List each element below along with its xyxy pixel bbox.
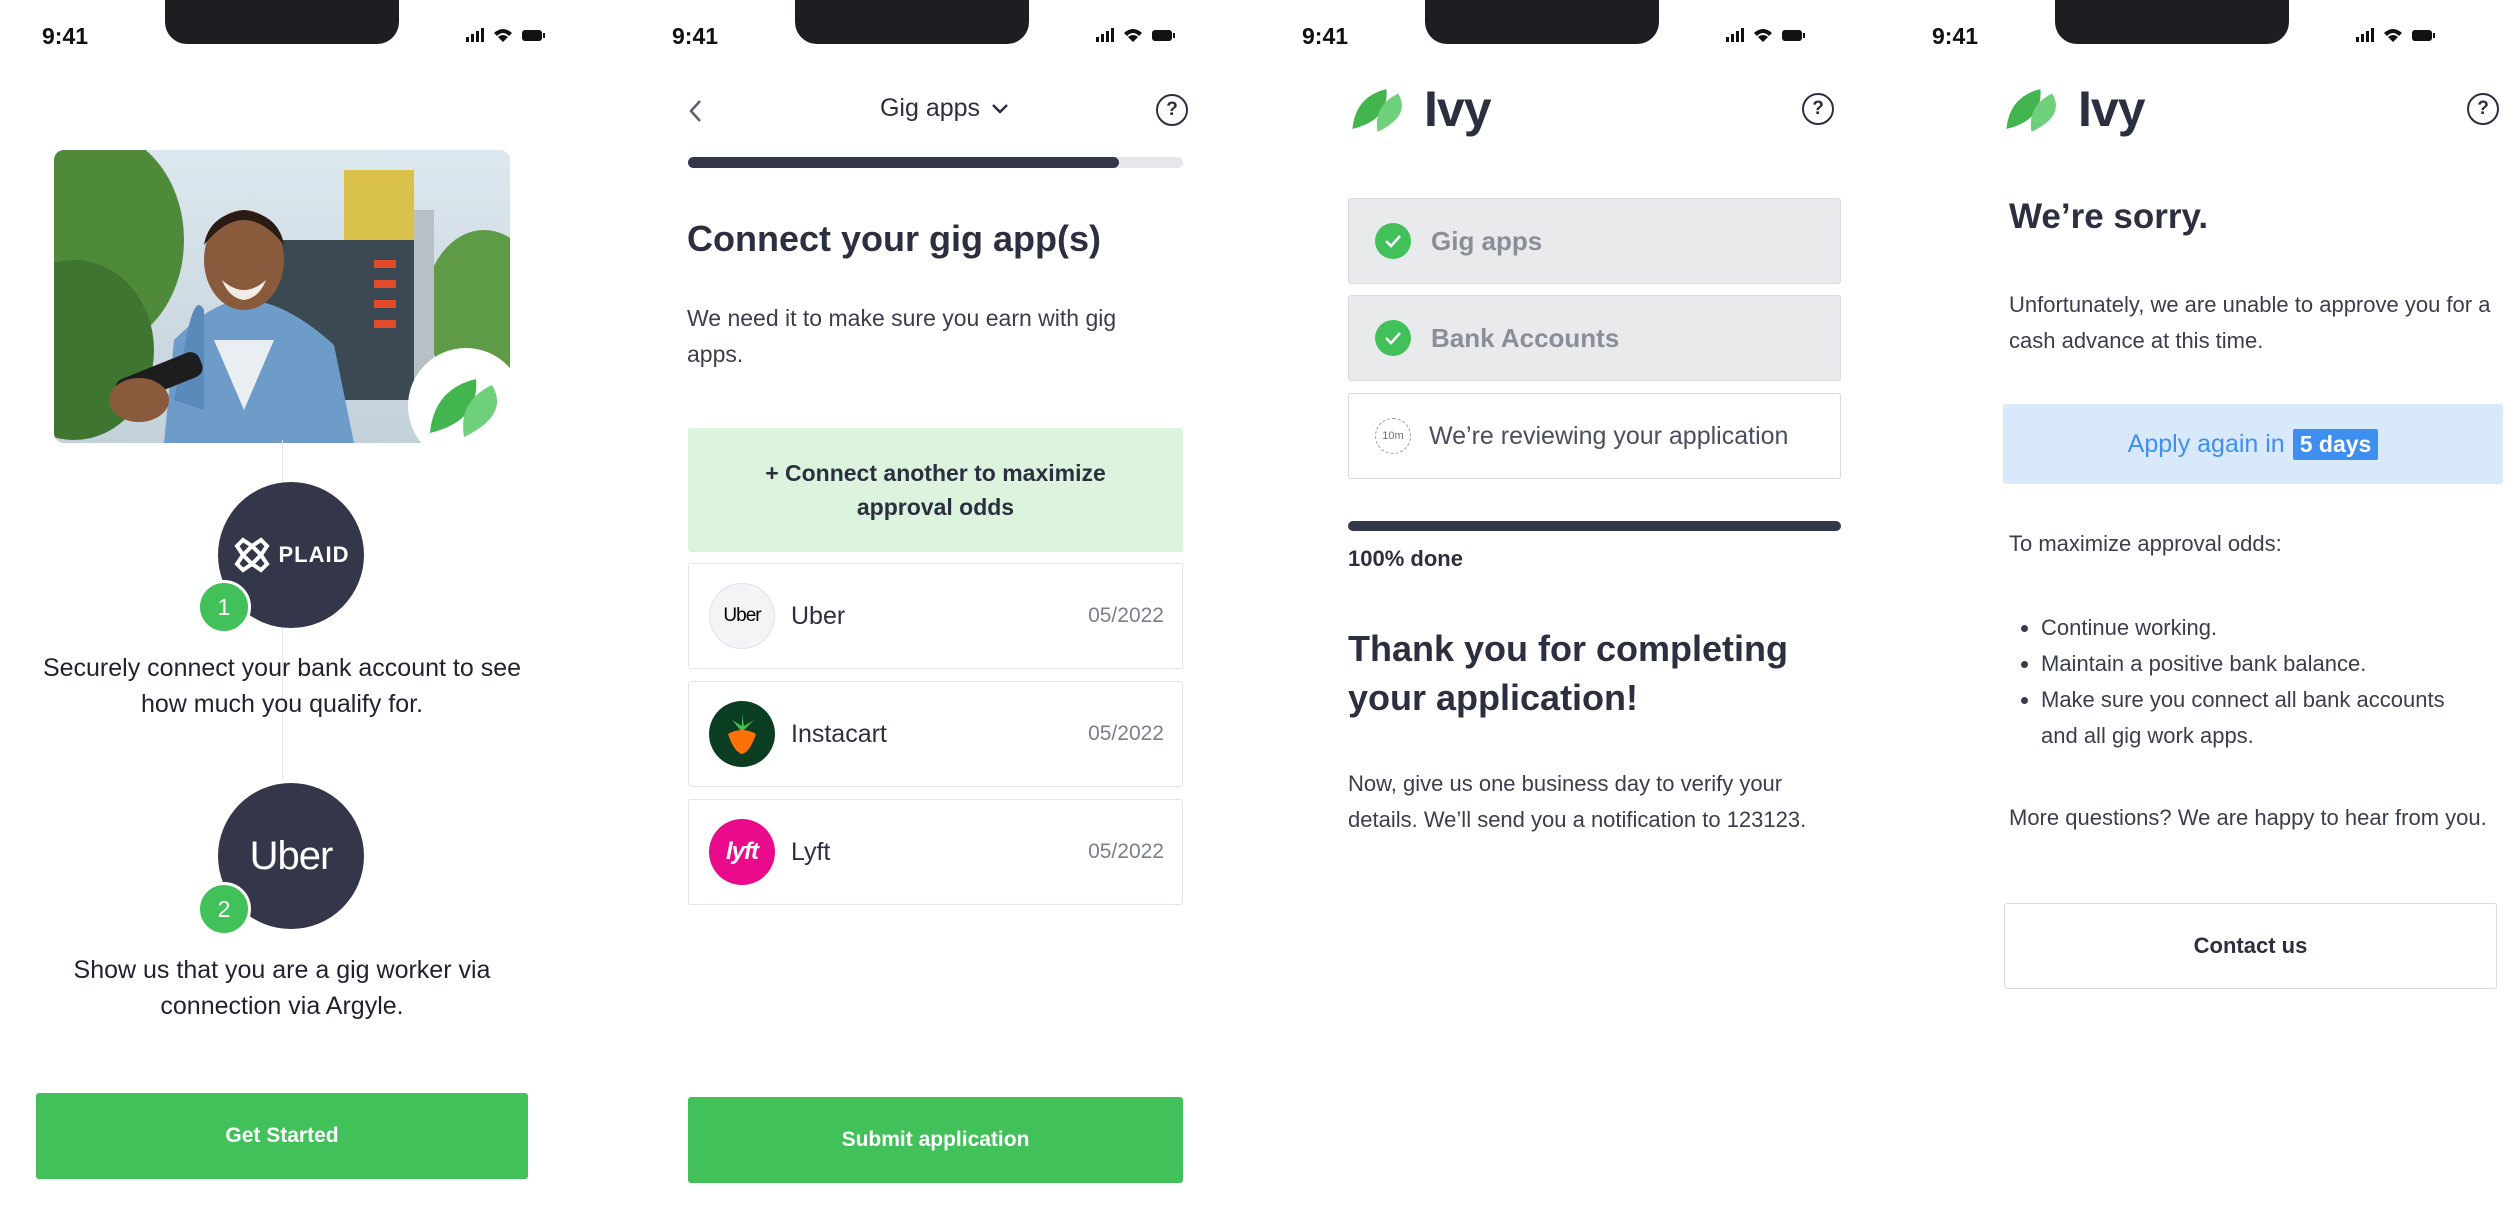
app-row-lyft[interactable]: lyft Lyft 05/2022 bbox=[688, 799, 1183, 905]
step-description: Show us that you are a gig worker via co… bbox=[73, 956, 491, 1020]
tip-item: Maintain a positive bank balance. bbox=[2041, 646, 2479, 682]
ivy-leaf-logo-icon bbox=[1352, 89, 1402, 132]
page-title: We’re sorry. bbox=[2009, 197, 2209, 236]
progress-label: 100% done bbox=[1348, 546, 1463, 571]
step-description: Securely connect your bank account to se… bbox=[42, 654, 522, 718]
status-icons bbox=[2356, 28, 2435, 42]
status-time: 9:41 bbox=[672, 23, 719, 49]
help-icon[interactable]: ? bbox=[1802, 93, 1834, 125]
device-notch bbox=[795, 0, 1029, 44]
app-row-instacart[interactable]: Instacart 05/2022 bbox=[688, 681, 1183, 787]
page-body: Unfortunately, we are unable to approve … bbox=[2009, 292, 2491, 353]
status-icons bbox=[466, 28, 545, 42]
uber-logo-text: Uber bbox=[723, 605, 761, 626]
screen-declined: 9:41 Ivy ? We’re sorry. Unfortunately, w… bbox=[1890, 0, 2520, 1218]
status-icons bbox=[1096, 28, 1175, 42]
get-started-button[interactable]: Get Started bbox=[36, 1093, 528, 1179]
step-number-badge: 2 bbox=[197, 882, 251, 936]
header-title: Gig apps bbox=[879, 94, 981, 122]
device-notch bbox=[2055, 0, 2289, 44]
more-questions-text: More questions? We are happy to hear fro… bbox=[2009, 805, 2487, 830]
help-icon[interactable]: ? bbox=[2467, 93, 2499, 125]
plaid-wordmark: PLAID bbox=[278, 542, 350, 567]
contact-us-button[interactable]: Contact us bbox=[2004, 903, 2497, 989]
status-time: 9:41 bbox=[1302, 23, 1349, 49]
progress-fill bbox=[1348, 521, 1841, 531]
connect-another-button[interactable]: + Connect another to maximize approval o… bbox=[688, 428, 1183, 552]
step-label: Gig apps bbox=[1431, 225, 1543, 256]
step-number: 1 bbox=[217, 593, 231, 620]
device-notch bbox=[1425, 0, 1659, 44]
screen-onboarding: 9:41 PLAID 1 Securely connect your bank … bbox=[0, 0, 630, 1218]
step-number: 2 bbox=[217, 895, 231, 922]
step-label: Bank Accounts bbox=[1431, 322, 1620, 353]
screen-gig-apps: 9:41 Gig apps ? Connect your gig app(s) … bbox=[630, 0, 1260, 1218]
device-notch bbox=[165, 0, 399, 44]
status-time: 9:41 bbox=[1932, 23, 1979, 49]
step-label: We’re reviewing your application bbox=[1429, 421, 1789, 450]
instacart-app-icon bbox=[709, 701, 775, 767]
app-date: 05/2022 bbox=[1088, 722, 1164, 745]
progress-track bbox=[688, 157, 1183, 168]
leaf-badge bbox=[408, 348, 524, 464]
page-subtitle: We need it to make sure you earn with gi… bbox=[687, 305, 1117, 367]
brand-header: Ivy bbox=[1348, 80, 1492, 138]
page-title: Connect your gig app(s) bbox=[687, 218, 1101, 259]
app-name: Lyft bbox=[791, 837, 831, 866]
brand-name: Ivy bbox=[2078, 81, 2146, 137]
status-step-done: Gig apps bbox=[1348, 198, 1841, 284]
plaid-icon bbox=[233, 537, 270, 573]
app-name: Instacart bbox=[791, 719, 887, 748]
help-icon[interactable]: ? bbox=[1156, 94, 1188, 126]
tips-heading: To maximize approval odds: bbox=[2009, 531, 2282, 556]
step-number-badge: 1 bbox=[197, 580, 251, 634]
app-date: 05/2022 bbox=[1088, 840, 1164, 863]
page-body: Now, give us one business day to verify … bbox=[1348, 771, 1807, 832]
apply-again-days: 5 days bbox=[2292, 428, 2379, 460]
lyft-app-icon: lyft bbox=[709, 819, 775, 885]
brand-header: Ivy bbox=[2002, 80, 2146, 138]
lyft-logo-text: lyft bbox=[726, 838, 759, 865]
timer-icon: 10m bbox=[1375, 418, 1411, 454]
status-step-pending: 10m We’re reviewing your application bbox=[1348, 393, 1841, 479]
carrot-icon bbox=[728, 714, 756, 754]
status-icons bbox=[1726, 28, 1805, 42]
status-step-done: Bank Accounts bbox=[1348, 295, 1841, 381]
ivy-leaf-logo-icon bbox=[2006, 89, 2056, 132]
progress-track bbox=[1348, 521, 1841, 531]
apply-again-banner: Apply again in 5 days bbox=[2003, 404, 2503, 484]
apply-again-label: Apply again in bbox=[2127, 429, 2285, 458]
uber-wordmark: Uber bbox=[249, 833, 334, 878]
tip-item: Make sure you connect all bank accounts … bbox=[2041, 682, 2479, 754]
chevron-down-icon bbox=[992, 103, 1008, 114]
uber-app-icon: Uber bbox=[709, 583, 775, 649]
tips-list: Continue working. Maintain a positive ba… bbox=[2009, 610, 2479, 754]
tip-item: Continue working. bbox=[2041, 610, 2479, 646]
app-name: Uber bbox=[791, 601, 846, 630]
app-date: 05/2022 bbox=[1088, 604, 1164, 627]
check-circle-icon bbox=[1375, 320, 1411, 356]
progress-fill bbox=[688, 157, 1119, 168]
check-circle-icon bbox=[1375, 223, 1411, 259]
brand-name: Ivy bbox=[1424, 81, 1492, 137]
leaf-logo-icon bbox=[430, 379, 498, 437]
screen-application-complete: 9:41 Ivy ? Gig apps Bank Accounts 10m We… bbox=[1260, 0, 1890, 1218]
app-row-uber[interactable]: Uber Uber 05/2022 bbox=[688, 563, 1183, 669]
page-title: Thank you for completing your applicatio… bbox=[1348, 628, 1789, 718]
submit-application-button[interactable]: Submit application bbox=[688, 1097, 1183, 1183]
timer-label: 10m bbox=[1382, 430, 1404, 442]
status-time: 9:41 bbox=[42, 23, 89, 49]
